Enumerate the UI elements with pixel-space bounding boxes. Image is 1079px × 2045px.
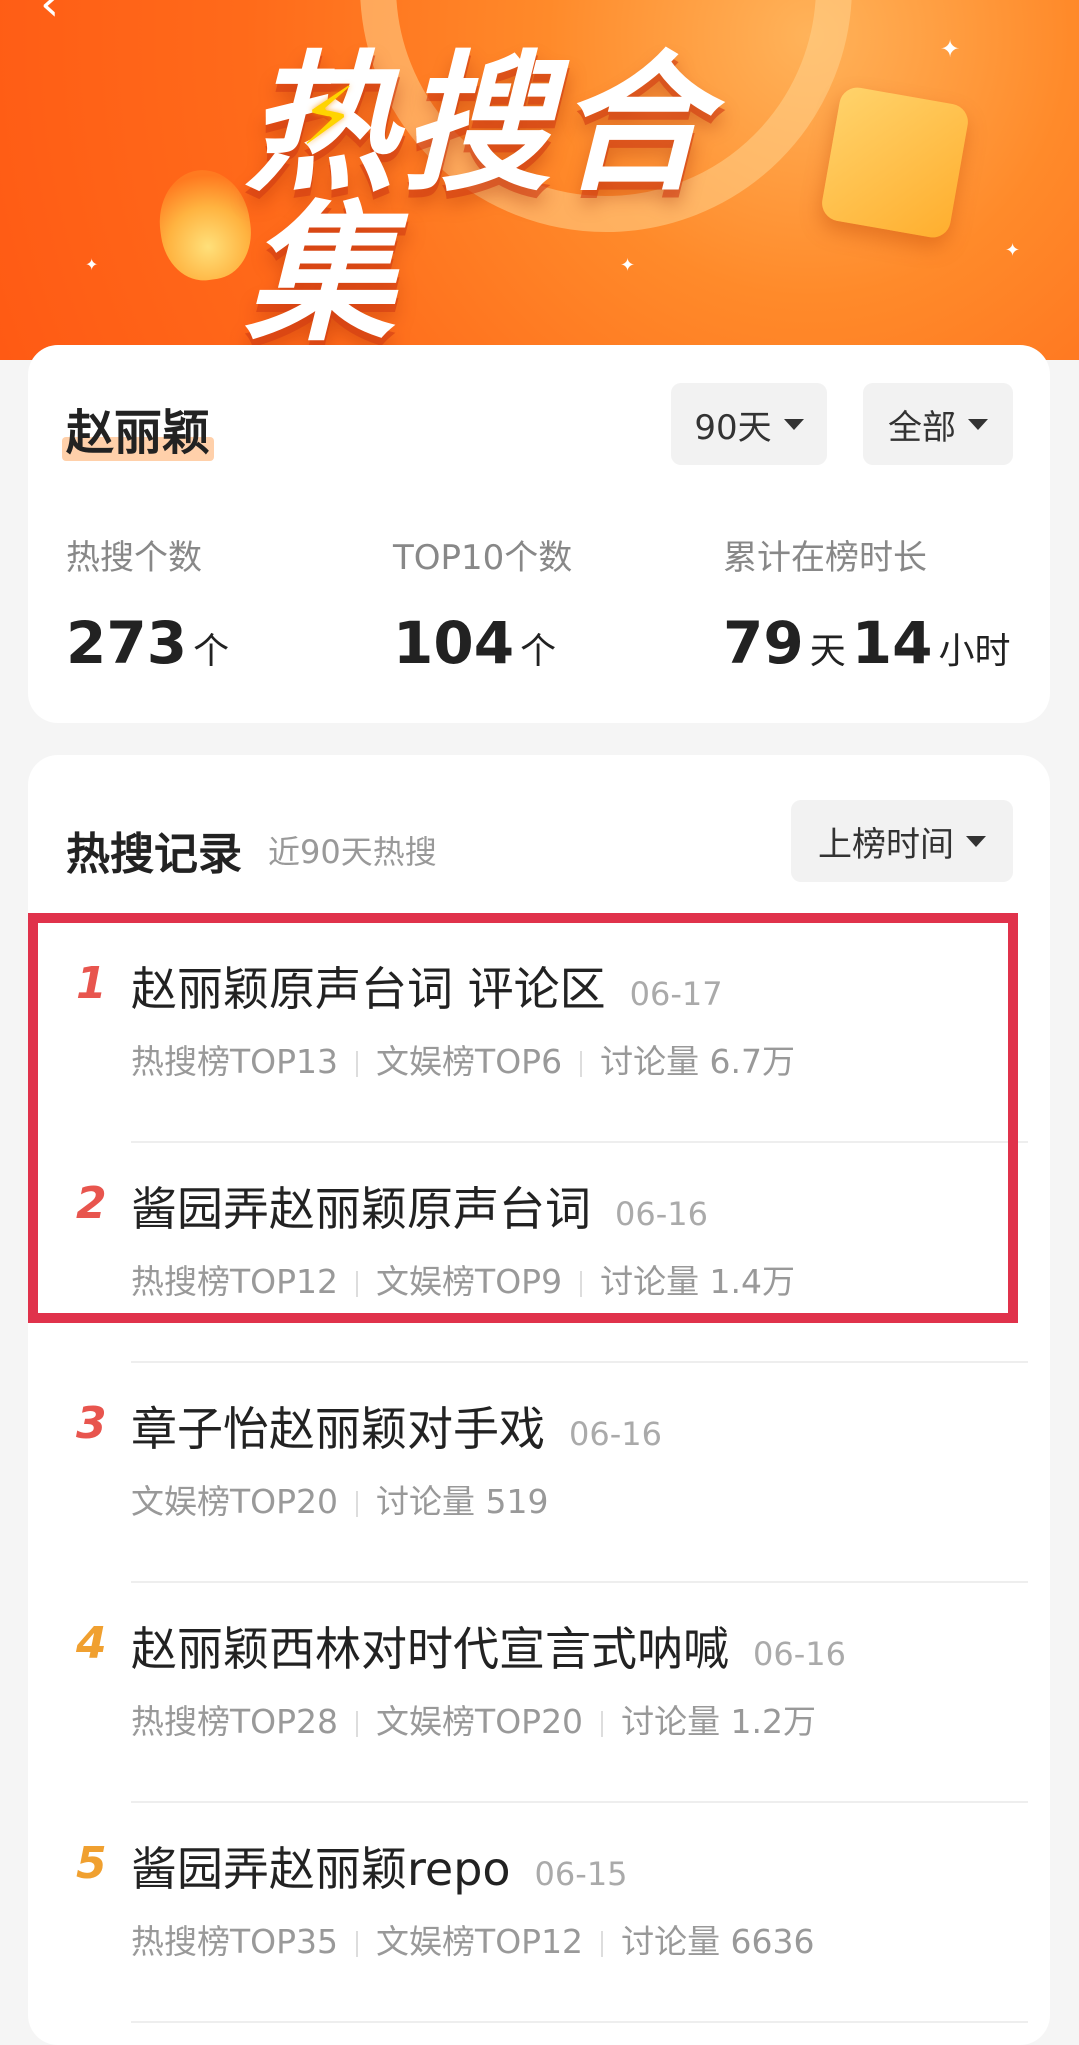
record-date: 06-16 [753,1635,846,1673]
record-title: 章子怡赵丽颖对手戏 06-16 [131,1393,662,1459]
period-filter-dropdown[interactable]: 90天 [671,383,827,465]
meta-tag: 讨论量 6636 [621,1922,815,1961]
meta-separator [356,1270,359,1297]
meta-tag: 文娱榜TOP20 [131,1482,339,1521]
record-rank: 2 [76,1178,107,1229]
meta-separator [356,1710,359,1737]
record-title: 赵丽颖西林对时代宣言式呐喊 06-16 [131,1613,846,1679]
meta-tag: 讨论量 1.4万 [600,1262,796,1301]
meta-tag: 热搜榜TOP35 [131,1922,339,1961]
record-title-text: 赵丽颖原声台词 评论区 [131,962,606,1016]
meta-tag: 讨论量 519 [376,1482,549,1521]
record-item[interactable]: 2 酱园弄赵丽颖原声台词 06-16 热搜榜TOP12 文娱榜TOP9 讨论量 1.4万 [28,1143,1050,1363]
flame-icon [152,164,258,286]
stat-value: 104 个 [393,609,557,677]
record-item[interactable]: 1 赵丽颖原声台词 评论区 06-17 热搜榜TOP13 文娱榜TOP6 讨论量 6.7万 [28,923,1050,1143]
record-meta: 热搜榜TOP12 文娱榜TOP9 讨论量 1.4万 [131,1255,795,1303]
record-title: 酱园弄赵丽颖原声台词 06-16 [131,1173,708,1239]
sparkle-icon: ✦ [85,255,99,274]
sort-label: 上榜时间 [818,824,954,865]
meta-separator [356,1930,359,1957]
records-title: 热搜记录 [66,829,242,880]
meta-separator [580,1050,583,1077]
meta-separator [580,1270,583,1297]
sparkle-icon: ✦ [1005,240,1021,261]
stat-label: 累计在榜时长 [723,538,927,578]
caret-down-icon [783,418,804,430]
caret-down-icon [968,418,988,430]
sparkle-icon: ✦ [940,35,961,63]
stat-value: 273 个 [66,609,230,677]
stat-total-duration: 累计在榜时长 79 天 14 小时 [723,530,1016,677]
meta-separator [356,1490,359,1517]
stat-label: 热搜个数 [66,538,202,578]
divider [131,2021,1028,2023]
back-arrow-icon[interactable]: ‹ [40,0,59,28]
record-title-text: 酱园弄赵丽颖repo [131,1842,511,1896]
caret-down-icon [966,835,986,847]
record-date: 06-17 [629,975,723,1013]
stat-label: TOP10个数 [393,538,573,578]
record-rank: 4 [76,1618,107,1669]
record-title-text: 章子怡赵丽颖对手戏 [131,1402,545,1456]
meta-tag: 热搜榜TOP28 [131,1702,339,1741]
records-card: 热搜记录 近90天热搜 上榜时间 1 赵丽颖原声台词 评论区 06-17 热搜榜TOP… [28,755,1050,2045]
stat-hot-search-count: 热搜个数 273 个 [66,530,235,677]
meta-tag: 文娱榜TOP6 [376,1042,563,1081]
record-rank: 5 [76,1838,107,1889]
stat-value: 79 天 14 小时 [723,609,1011,677]
scope-filter-label: 全部 [888,407,956,448]
meta-separator [356,1050,359,1077]
record-meta: 热搜榜TOP13 文娱榜TOP6 讨论量 6.7万 [131,1035,795,1083]
meta-tag: 讨论量 1.2万 [621,1702,817,1741]
record-title: 酱园弄赵丽颖repo 06-15 [131,1833,628,1899]
lightning-icon: ⚡ [300,70,357,163]
celebrity-name: 赵丽颖 [62,393,215,463]
meta-tag: 热搜榜TOP13 [131,1042,339,1081]
record-rank: 3 [76,1398,107,1449]
record-item[interactable]: 3 章子怡赵丽颖对手戏 06-16 文娱榜TOP20 讨论量 519 [28,1363,1050,1583]
sort-dropdown[interactable]: 上榜时间 [791,800,1013,882]
meta-tag: 讨论量 6.7万 [600,1042,796,1081]
record-meta: 热搜榜TOP35 文娱榜TOP12 讨论量 6636 [131,1915,815,1963]
record-meta: 热搜榜TOP28 文娱榜TOP20 讨论量 1.2万 [131,1695,816,1743]
record-title-text: 赵丽颖西林对时代宣言式呐喊 [131,1622,729,1676]
stat-top10-count: TOP10个数 104 个 [393,530,572,677]
record-title: 赵丽颖原声台词 评论区 06-17 [131,953,723,1019]
record-title-text: 酱园弄赵丽颖原声台词 [131,1182,591,1236]
meta-separator [601,1930,604,1957]
meta-tag: 文娱榜TOP9 [376,1262,563,1301]
scope-filter-dropdown[interactable]: 全部 [863,383,1013,465]
meta-tag: 热搜榜TOP12 [131,1262,339,1301]
record-meta: 文娱榜TOP20 讨论量 519 [131,1475,549,1523]
summary-card: 赵丽颖 90天 全部 热搜个数 273 个 TOP10个数 104 个 累计在榜时长… [28,345,1050,723]
record-date: 06-16 [615,1195,708,1233]
record-item[interactable]: 4 赵丽颖西林对时代宣言式呐喊 06-16 热搜榜TOP28 文娱榜TOP20 讨论量 1… [28,1583,1050,1803]
record-rank: 1 [76,958,107,1009]
meta-tag: 文娱榜TOP20 [376,1702,584,1741]
record-item[interactable]: 5 酱园弄赵丽颖repo 06-15 热搜榜TOP35 文娱榜TOP12 讨论量 6636 [28,1803,1050,2023]
meta-separator [601,1710,604,1737]
record-date: 06-16 [569,1415,662,1453]
meta-tag: 文娱榜TOP12 [376,1922,584,1961]
record-date: 06-15 [534,1855,628,1893]
header-banner: ✦ ✦ ✦ ✦ ‹ 热搜合集 ⚡ [0,0,1079,360]
period-filter-label: 90天 [694,407,772,448]
records-subtitle: 近90天热搜 [268,833,437,871]
